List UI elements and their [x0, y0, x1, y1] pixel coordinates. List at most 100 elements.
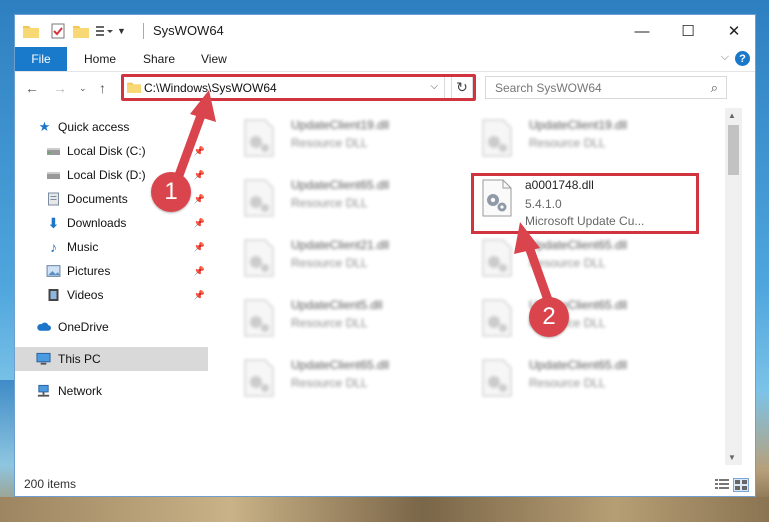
folder-icon[interactable]	[23, 24, 39, 38]
tab-file[interactable]: File	[15, 47, 67, 71]
ribbon-tabs: File Home Share View ⌵ ?	[15, 47, 755, 72]
sidebar-item-label: OneDrive	[58, 320, 109, 334]
documents-icon	[48, 192, 59, 206]
navigation-bar: ← → ⌄ ↑ C:\Windows\SysWOW64 ⌵ ↻ Search S…	[15, 72, 755, 106]
window-title: SysWOW64	[153, 23, 224, 38]
file-highlight	[471, 173, 699, 234]
list-item[interactable]: UpdateClient65.dll Resource DLL	[231, 350, 461, 398]
pin-icon[interactable]: 📌	[194, 218, 205, 229]
dll-file-icon	[482, 119, 512, 157]
file-name: UpdateClient19.dll	[529, 118, 628, 132]
drive-icon	[47, 172, 60, 179]
file-name: UpdateClient19.dll	[291, 118, 390, 132]
sidebar-item-label: This PC	[58, 352, 101, 366]
sidebar-item-label: Music	[67, 240, 99, 254]
sidebar-item-label: Local Disk (C:)	[67, 144, 146, 158]
pin-icon[interactable]: 📌	[194, 146, 205, 157]
list-item[interactable]: UpdateClient65.dll Resource DLL	[231, 170, 461, 218]
new-folder-icon[interactable]	[73, 24, 89, 38]
sidebar-item-pictures[interactable]: Pictures 📌	[15, 259, 208, 283]
cloud-icon	[37, 322, 51, 331]
search-placeholder: Search SysWOW64	[495, 81, 602, 95]
customize-toolbar-icon[interactable]	[95, 24, 113, 38]
title-separator	[143, 23, 144, 39]
quick-access-toolbar: ▼	[23, 22, 126, 40]
file-type: Resource DLL	[291, 376, 368, 390]
dll-file-icon	[244, 239, 274, 277]
star-icon: ★	[38, 119, 51, 134]
details-view-icon[interactable]	[715, 478, 729, 490]
search-icon[interactable]: ⌕	[711, 80, 718, 96]
list-item[interactable]: UpdateClient19.dll Resource DLL	[469, 110, 699, 158]
file-type: Resource DLL	[291, 196, 368, 210]
sidebar-item-quick-access[interactable]: ★ Quick access	[15, 115, 208, 139]
videos-icon	[48, 289, 59, 301]
up-arrow-icon[interactable]: ↑	[99, 80, 106, 96]
sidebar-item-network[interactable]: Network	[15, 379, 208, 403]
computer-icon	[36, 352, 51, 365]
ribbon-collapse-icon[interactable]: ⌵	[721, 51, 729, 64]
file-type: Resource DLL	[529, 376, 606, 390]
sidebar-item-label: Quick access	[58, 120, 130, 134]
music-icon: ♪	[50, 239, 57, 255]
sidebar-item-label: Network	[58, 384, 103, 398]
download-icon: ⬇	[47, 214, 60, 231]
recent-locations-icon[interactable]: ⌄	[79, 83, 87, 94]
minimize-button[interactable]: —	[619, 15, 665, 47]
quick-access-dropdown-icon[interactable]: ▼	[117, 26, 126, 36]
help-icon[interactable]: ?	[735, 51, 750, 66]
dll-file-icon	[244, 359, 274, 397]
file-name: UpdateClient21.dll	[291, 238, 390, 252]
dll-file-icon	[244, 299, 274, 337]
desktop-wallpaper-bottom	[0, 497, 769, 522]
sidebar-item-local-disk-c[interactable]: Local Disk (C:) 📌	[15, 139, 208, 163]
list-item[interactable]: UpdateClient65.dll Resource DLL	[469, 230, 699, 278]
sidebar-item-label: Local Disk (D:)	[67, 168, 146, 182]
properties-icon[interactable]	[51, 23, 65, 39]
tab-view[interactable]: View	[201, 52, 227, 66]
tab-home[interactable]: Home	[84, 52, 116, 66]
tiles-view-icon[interactable]	[733, 478, 749, 492]
step-badge-2: 2	[529, 297, 569, 337]
list-item[interactable]: UpdateClient65.dll Resource DLL	[469, 290, 699, 338]
dll-file-icon	[482, 299, 512, 337]
explorer-window: ▼ SysWOW64 — ☐ ✕ File Home Share View ⌵ …	[14, 14, 756, 497]
file-type: Resource DLL	[291, 136, 368, 150]
file-name: UpdateClient5.dll	[291, 298, 383, 312]
pin-icon[interactable]: 📌	[194, 242, 205, 253]
sidebar-item-label: Documents	[67, 192, 128, 206]
close-button[interactable]: ✕	[711, 15, 755, 47]
title-bar: ▼ SysWOW64 — ☐ ✕	[15, 15, 755, 47]
address-highlight	[121, 74, 476, 101]
tab-share[interactable]: Share	[143, 52, 175, 66]
dll-file-icon	[244, 119, 274, 157]
network-icon	[37, 384, 50, 397]
sidebar-item-this-pc[interactable]: This PC	[15, 347, 208, 371]
maximize-button[interactable]: ☐	[665, 15, 711, 47]
pin-icon[interactable]: 📌	[194, 266, 205, 277]
sidebar-item-videos[interactable]: Videos 📌	[15, 283, 208, 307]
search-input[interactable]: Search SysWOW64 ⌕	[485, 76, 727, 99]
pin-icon[interactable]: 📌	[194, 290, 205, 301]
back-arrow-icon[interactable]: ←	[25, 80, 39, 96]
dll-file-icon	[244, 179, 274, 217]
scroll-up-icon[interactable]: ▲	[728, 111, 736, 120]
list-item[interactable]: UpdateClient65.dll Resource DLL	[469, 350, 699, 398]
scrollbar-thumb[interactable]	[728, 125, 739, 175]
list-item[interactable]: UpdateClient21.dll Resource DLL	[231, 230, 461, 278]
list-item[interactable]: UpdateClient19.dll Resource DLL	[231, 110, 461, 158]
scroll-down-icon[interactable]: ▼	[728, 453, 736, 462]
list-item[interactable]: UpdateClient5.dll Resource DLL	[231, 290, 461, 338]
pin-icon[interactable]: 📌	[194, 170, 205, 181]
pin-icon[interactable]: 📌	[194, 194, 205, 205]
sidebar-item-label: Videos	[67, 288, 104, 302]
sidebar-item-music[interactable]: ♪ Music 📌	[15, 235, 208, 259]
file-type: Resource DLL	[529, 136, 606, 150]
file-name: UpdateClient65.dll	[529, 238, 628, 252]
sidebar-item-label: Pictures	[67, 264, 111, 278]
sidebar-item-downloads[interactable]: ⬇ Downloads 📌	[15, 211, 208, 235]
file-name: UpdateClient65.dll	[291, 358, 390, 372]
sidebar-item-onedrive[interactable]: OneDrive	[15, 315, 208, 339]
forward-arrow-icon[interactable]: →	[53, 80, 67, 96]
vertical-scrollbar[interactable]: ▲ ▼	[725, 108, 742, 465]
